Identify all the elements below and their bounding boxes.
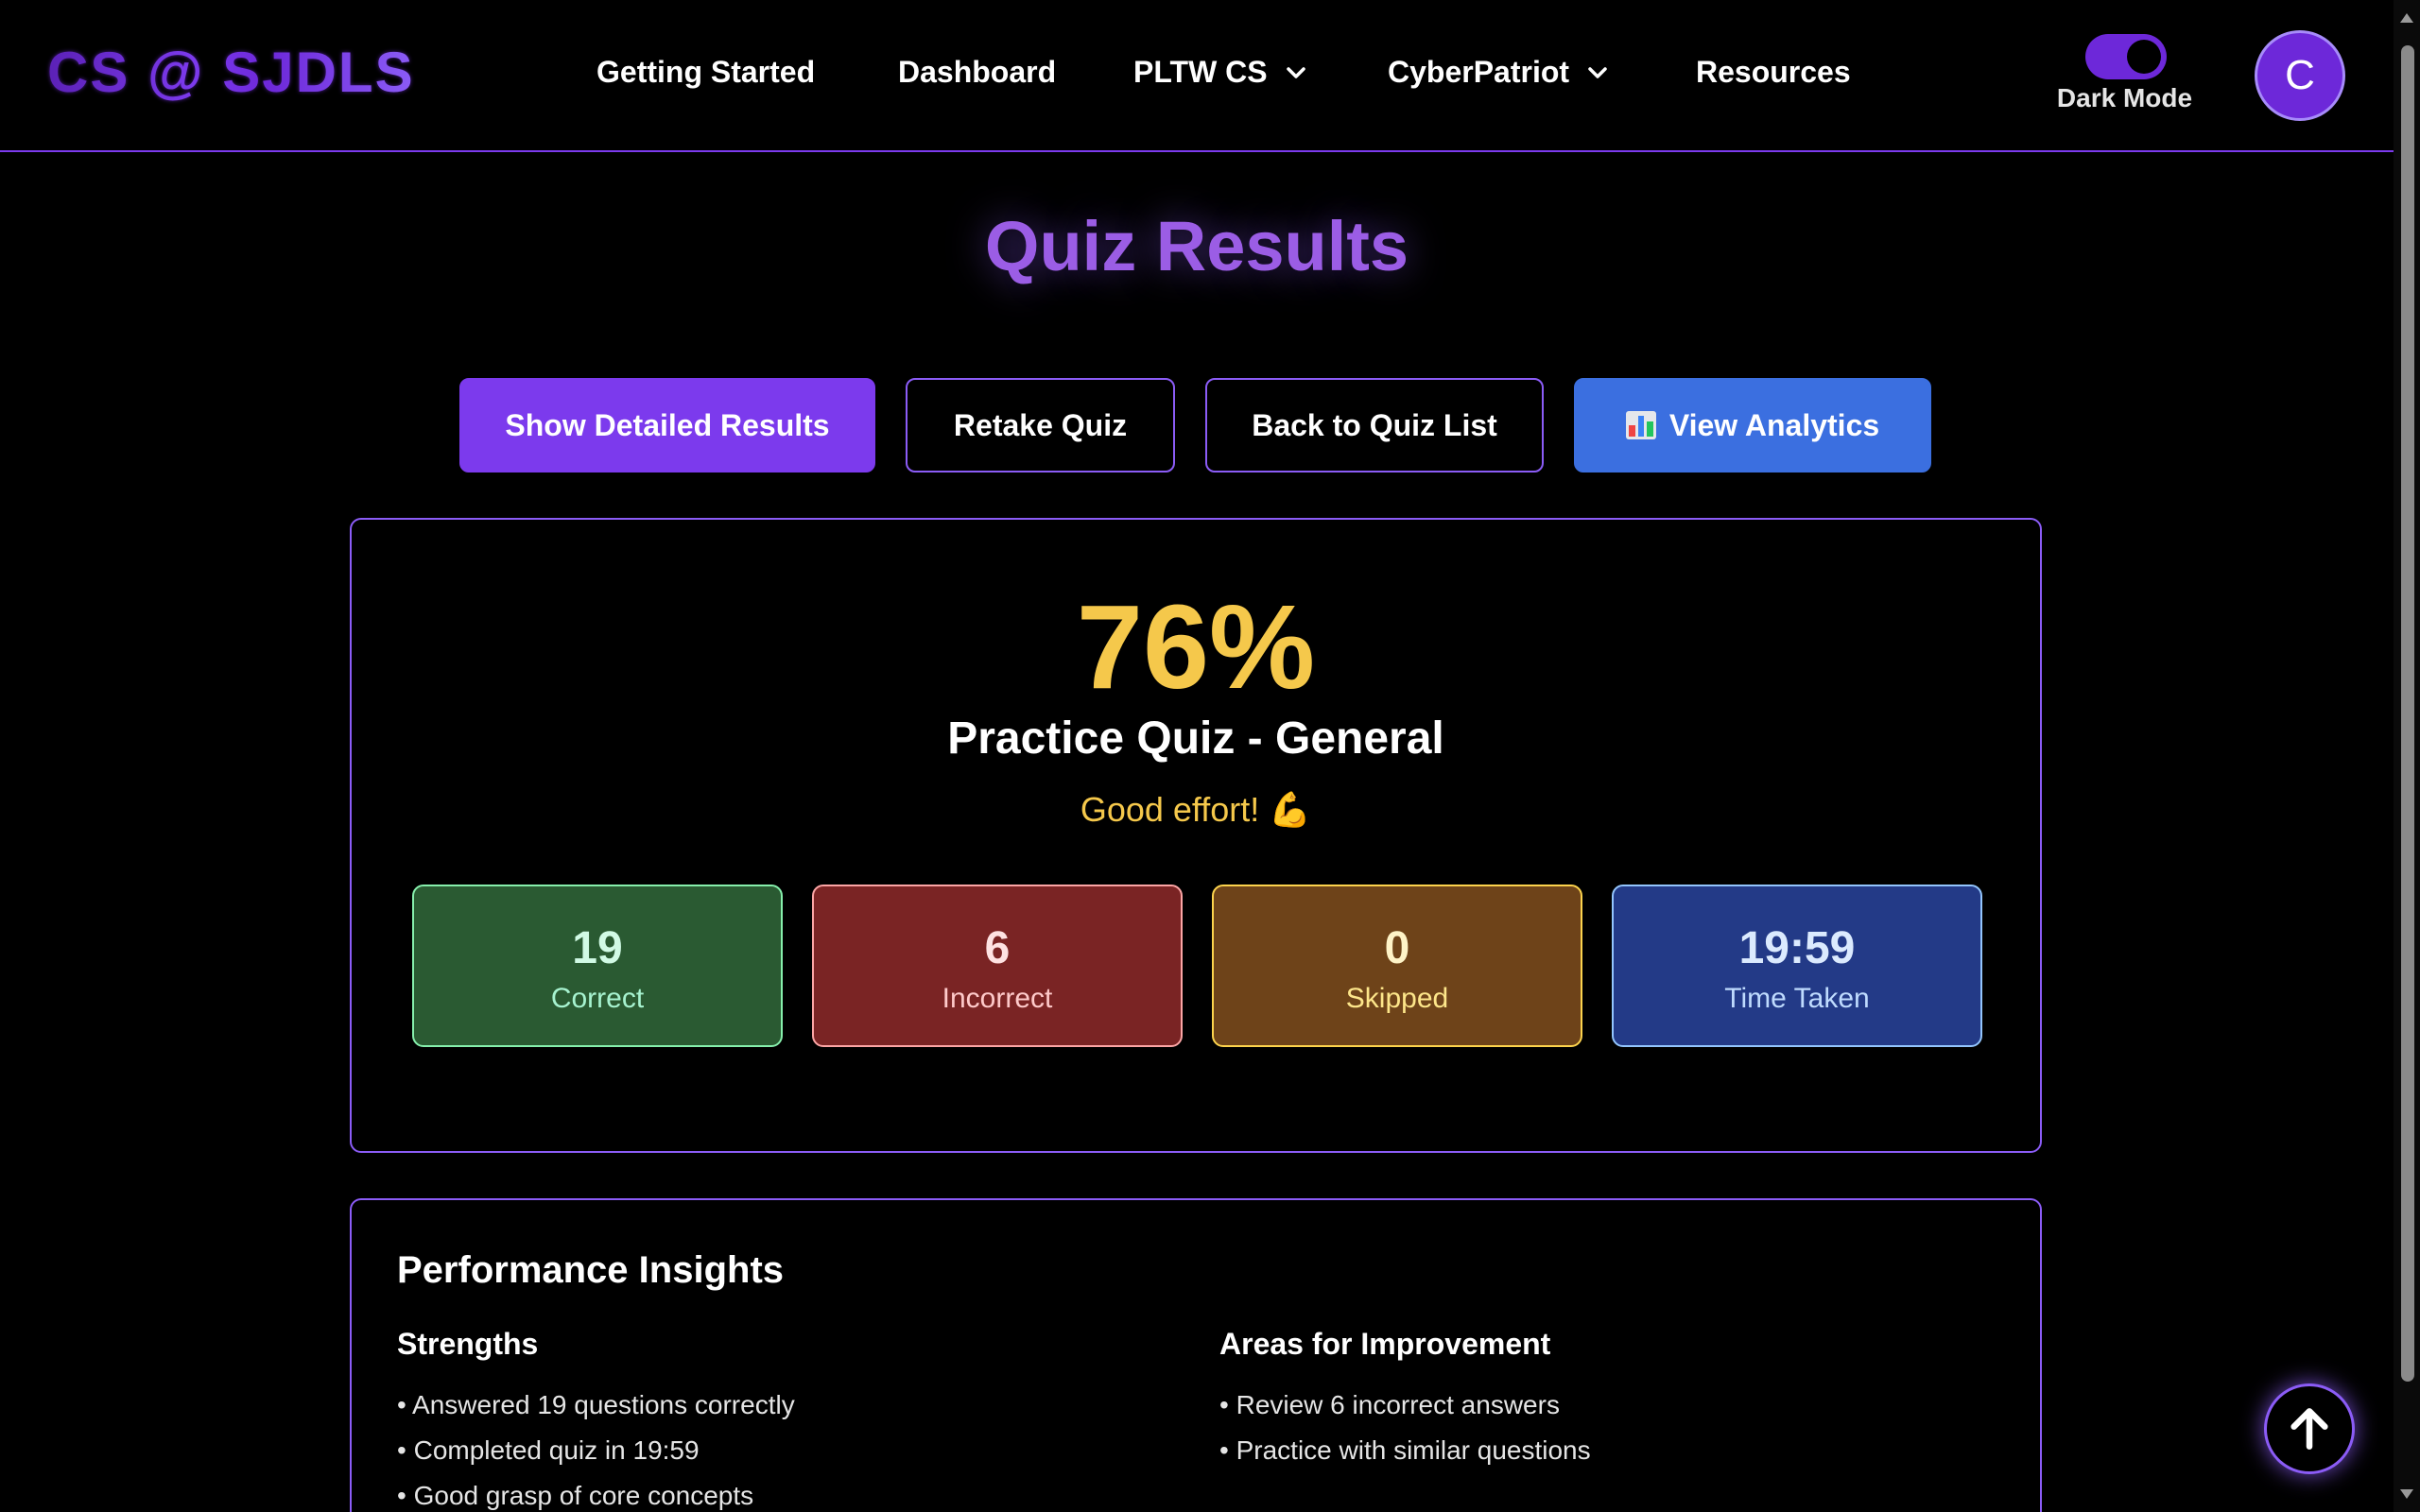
stat-value: 6	[984, 923, 1011, 973]
scroll-down-arrow-icon[interactable]	[2400, 1489, 2413, 1499]
strengths-title: Strengths	[397, 1327, 539, 1361]
list-item: Completed quiz in 19:59	[397, 1428, 1153, 1473]
improvement-list: Review 6 incorrect answers Practice with…	[1219, 1383, 1976, 1473]
feedback-message: Good effort! 💪	[1080, 790, 1312, 829]
retake-quiz-button[interactable]: Retake Quiz	[906, 378, 1175, 472]
nav-cyberpatriot[interactable]: CyberPatriot	[1388, 55, 1609, 90]
chevron-down-icon	[1286, 66, 1305, 78]
strengths-list: Answered 19 questions correctly Complete…	[397, 1383, 1153, 1512]
user-avatar[interactable]: C	[2255, 30, 2345, 121]
action-buttons: Show Detailed Results Retake Quiz Back t…	[0, 378, 2394, 472]
improvement-section: Areas for Improvement Review 6 incorrect…	[1219, 1327, 1976, 1473]
stat-label: Correct	[550, 983, 645, 1014]
button-label: View Analytics	[1668, 407, 1880, 442]
nav-label: CyberPatriot	[1388, 55, 1570, 89]
stat-time-taken: 19:59 Time Taken	[1612, 885, 1982, 1047]
stat-label: Incorrect	[942, 983, 1053, 1014]
button-label: Retake Quiz	[953, 407, 1128, 442]
page-title: Quiz Results	[984, 207, 1409, 285]
list-item: Good grasp of core concepts	[397, 1473, 1153, 1512]
view-analytics-button[interactable]: View Analytics	[1574, 378, 1931, 472]
stat-label: Skipped	[1345, 983, 1449, 1014]
nav-label: Getting Started	[596, 55, 816, 89]
button-label: Back to Quiz List	[1252, 407, 1497, 442]
stat-value: 19:59	[1738, 923, 1856, 973]
page-scrollbar[interactable]	[2394, 0, 2420, 1512]
score-percent: 76%	[1076, 580, 1316, 713]
arrow-up-icon	[2290, 1408, 2328, 1450]
scroll-up-arrow-icon[interactable]	[2400, 13, 2413, 23]
strengths-section: Strengths Answered 19 questions correctl…	[397, 1327, 1153, 1512]
nav-label: Resources	[1696, 55, 1851, 89]
show-detailed-results-button[interactable]: Show Detailed Results	[459, 378, 875, 472]
stat-correct: 19 Correct	[412, 885, 783, 1047]
site-logo[interactable]: CS @ SJDLS	[47, 40, 415, 105]
nav-label: Dashboard	[898, 55, 1057, 89]
insights-title: Performance Insights	[397, 1249, 785, 1291]
stat-value: 0	[1384, 923, 1410, 973]
score-card: 76% Practice Quiz - General Good effort!…	[350, 518, 2042, 1153]
nav-label: PLTW CS	[1133, 55, 1268, 89]
stat-incorrect: 6 Incorrect	[812, 885, 1183, 1047]
list-item: Review 6 incorrect answers	[1219, 1383, 1976, 1428]
nav-resources[interactable]: Resources	[1696, 55, 1851, 90]
list-item: Answered 19 questions correctly	[397, 1383, 1153, 1428]
toggle-knob	[2127, 40, 2161, 74]
bar-chart-icon	[1625, 411, 1656, 439]
chevron-down-icon	[1588, 66, 1607, 78]
back-to-quiz-list-button[interactable]: Back to Quiz List	[1205, 378, 1544, 472]
performance-insights-card: Performance Insights Strengths Answered …	[350, 1198, 2042, 1512]
dark-mode-toggle[interactable]	[2085, 34, 2167, 79]
stat-value: 19	[572, 923, 623, 973]
nav-pltw-cs[interactable]: PLTW CS	[1133, 55, 1307, 90]
improvement-title: Areas for Improvement	[1219, 1327, 1551, 1361]
nav-getting-started[interactable]: Getting Started	[596, 55, 815, 90]
list-item: Practice with similar questions	[1219, 1428, 1976, 1473]
scroll-to-top-button[interactable]	[2264, 1383, 2355, 1474]
button-label: Show Detailed Results	[505, 407, 830, 442]
quiz-name: Practice Quiz - General	[947, 713, 1444, 764]
top-navbar: CS @ SJDLS Getting Started Dashboard PLT…	[0, 0, 2394, 152]
stat-skipped: 0 Skipped	[1212, 885, 1582, 1047]
nav-dashboard[interactable]: Dashboard	[898, 55, 1056, 90]
scroll-thumb[interactable]	[2401, 45, 2414, 1382]
stat-label: Time Taken	[1724, 983, 1870, 1014]
dark-mode-label: Dark Mode	[2056, 83, 2193, 112]
